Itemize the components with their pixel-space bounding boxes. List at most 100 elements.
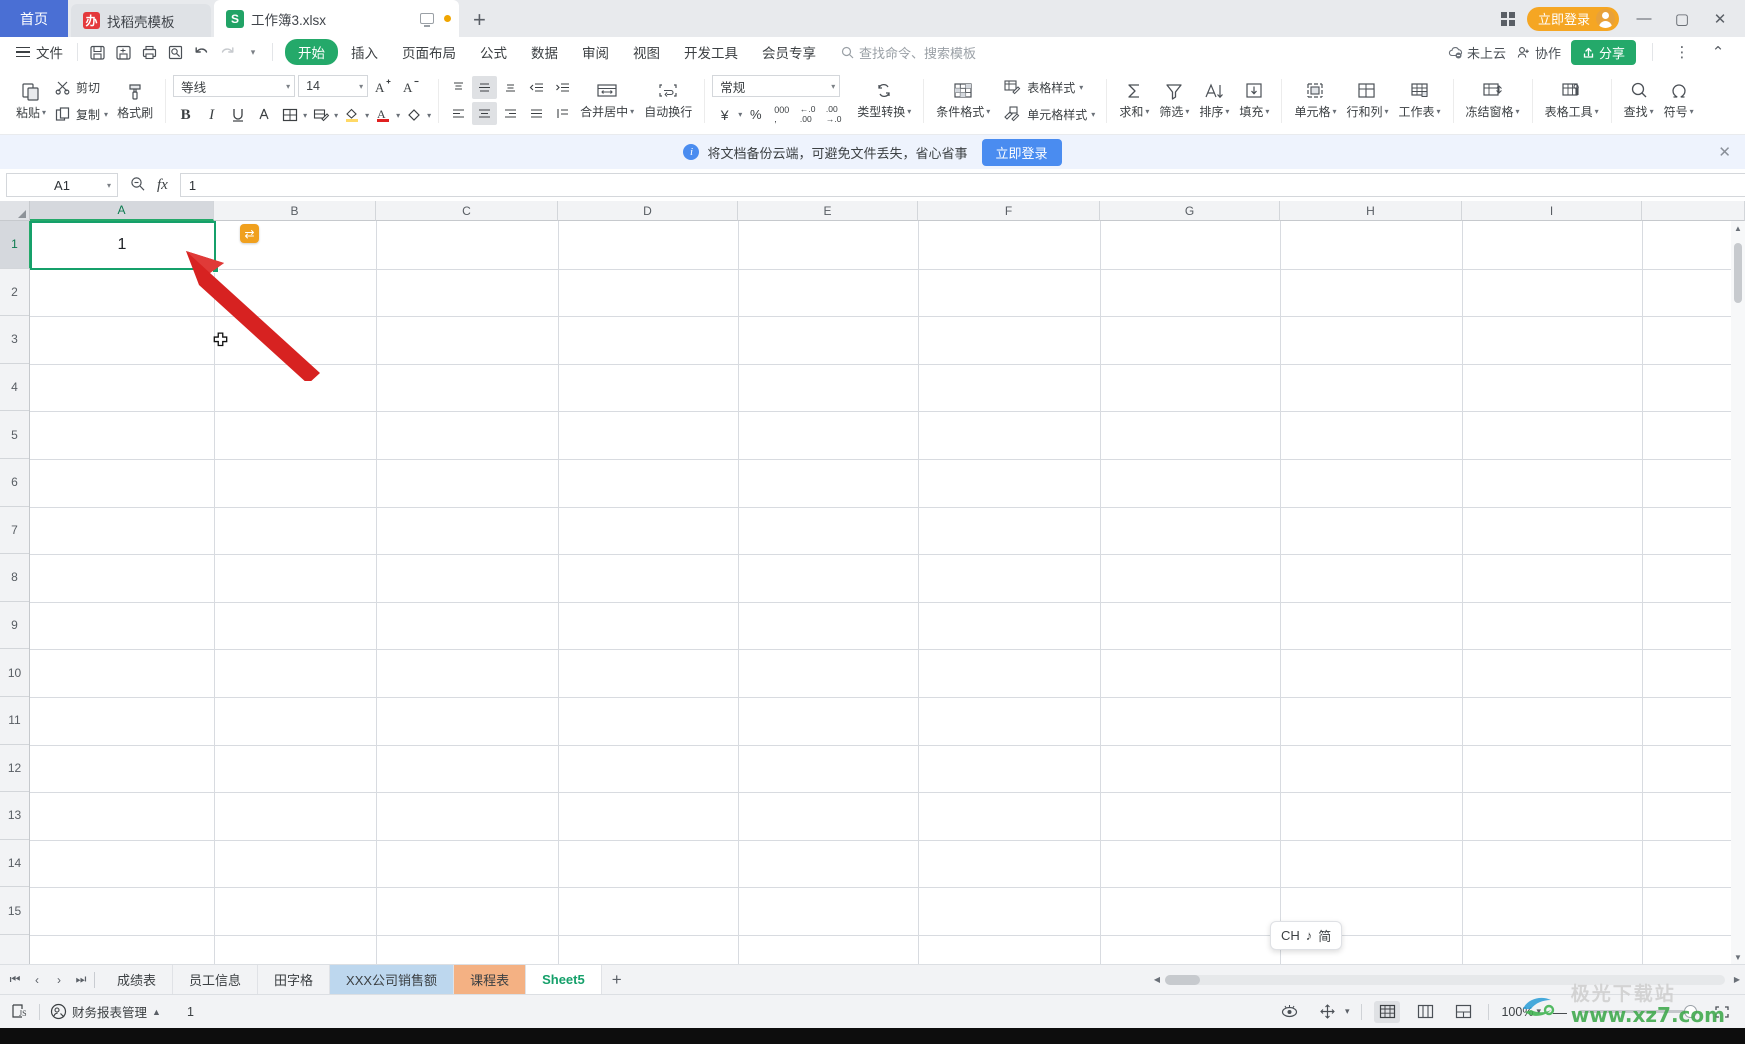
- page-break-icon[interactable]: [1450, 1001, 1476, 1023]
- find-button[interactable]: 查找 ▾: [1619, 79, 1659, 122]
- maximize-button[interactable]: ▢: [1669, 6, 1695, 32]
- row-header-6[interactable]: 6: [0, 459, 29, 507]
- column-header-f[interactable]: F: [918, 201, 1100, 221]
- chevron-down-icon[interactable]: ▾: [334, 111, 338, 120]
- formula-input[interactable]: 1: [179, 173, 1745, 197]
- search-command-box[interactable]: 查找命令、搜索模板: [841, 43, 976, 62]
- column-header-d[interactable]: D: [558, 201, 738, 221]
- row-header-5[interactable]: 5: [0, 411, 29, 459]
- column-header-c[interactable]: C: [376, 201, 558, 221]
- decrease-decimal-button[interactable]: ←.0.00: [795, 103, 820, 126]
- horizontal-scrollbar[interactable]: [1165, 974, 1725, 985]
- worksheet-button[interactable]: 工作表 ▾: [1394, 79, 1446, 122]
- zoom-level-button[interactable]: 100% ▾: [1501, 1005, 1541, 1019]
- number-format-select[interactable]: 常规 ▾: [712, 75, 841, 97]
- font-color-button[interactable]: A: [370, 104, 395, 127]
- autosum-button[interactable]: 求和 ▾: [1114, 79, 1154, 122]
- cloud-status[interactable]: 未上云: [1448, 43, 1506, 62]
- row-header-1[interactable]: 1: [0, 221, 31, 269]
- normal-view-icon[interactable]: [1374, 1000, 1401, 1023]
- column-header-e[interactable]: E: [738, 201, 918, 221]
- row-header-4[interactable]: 4: [0, 364, 29, 412]
- paste-button[interactable]: 粘贴 ▾: [11, 79, 51, 123]
- tab-home[interactable]: 首页: [0, 0, 68, 37]
- ribbon-tab-member[interactable]: 会员专享: [751, 39, 827, 65]
- share-button[interactable]: 分享: [1570, 39, 1636, 65]
- insert-function-icon[interactable]: fx: [157, 177, 168, 194]
- row-header-3[interactable]: 3: [0, 316, 29, 364]
- chevron-down-icon[interactable]: ▾: [303, 111, 307, 120]
- ribbon-tab-start[interactable]: 开始: [285, 39, 338, 65]
- justify-button[interactable]: [524, 102, 549, 125]
- type-convert-button[interactable]: 类型转换 ▾: [852, 80, 916, 122]
- eye-icon[interactable]: [1277, 1001, 1303, 1023]
- increase-decimal-button[interactable]: .00 →.0: [821, 103, 846, 126]
- align-left-button[interactable]: [446, 102, 471, 125]
- sheet-tab-xiaoshoue[interactable]: XXX公司销售额: [330, 964, 455, 995]
- sheet-tab-yuangongxinxi[interactable]: 员工信息: [173, 964, 259, 995]
- monitor-icon[interactable]: [420, 13, 434, 27]
- freeze-panes-button[interactable]: 冻结窗格 ▾: [1461, 79, 1525, 122]
- zoom-out-button[interactable]: —: [1553, 1004, 1567, 1020]
- table-style-button[interactable]: 表格样式 ▾: [999, 77, 1099, 98]
- format-painter-button[interactable]: 格式刷: [112, 79, 158, 123]
- row-header-12[interactable]: 12: [0, 745, 29, 793]
- sheet-tab-tianzige[interactable]: 田字格: [258, 964, 331, 995]
- banner-close-icon[interactable]: ✕: [1718, 143, 1731, 161]
- banner-login-button[interactable]: 立即登录: [981, 138, 1062, 166]
- customize-caret-icon[interactable]: ▾: [240, 40, 266, 64]
- vertical-scrollbar[interactable]: ▲ ▼: [1731, 221, 1745, 964]
- hscroll-left-arrow[interactable]: ◀: [1149, 970, 1165, 990]
- italic-button[interactable]: I: [199, 104, 224, 127]
- table-tools-button[interactable]: 表格工具 ▾: [1540, 79, 1604, 122]
- cell-area[interactable]: 1 ⇄ CH ♪ 简: [30, 221, 1745, 964]
- print-preview-icon[interactable]: [162, 40, 188, 64]
- row-header-8[interactable]: 8: [0, 554, 29, 602]
- undo-icon[interactable]: [188, 40, 214, 64]
- ribbon-tab-data[interactable]: 数据: [520, 39, 569, 65]
- close-button[interactable]: ✕: [1707, 6, 1733, 32]
- hscroll-right-arrow[interactable]: ▶: [1729, 970, 1745, 990]
- row-header-9[interactable]: 9: [0, 602, 29, 650]
- horizontal-scroll-thumb[interactable]: [1165, 974, 1200, 985]
- row-header-10[interactable]: 10: [0, 649, 29, 697]
- zoom-slider[interactable]: [1579, 1005, 1697, 1018]
- sheet-tab-kechengbiao[interactable]: 课程表: [454, 964, 527, 995]
- column-header-g[interactable]: G: [1100, 201, 1280, 221]
- row-header-11[interactable]: 11: [0, 697, 29, 745]
- sheet-tab-chengjibiao[interactable]: 成绩表: [101, 964, 174, 995]
- fullscreen-icon[interactable]: [1709, 1001, 1735, 1023]
- minimize-button[interactable]: —: [1631, 6, 1657, 32]
- increase-font-size-button[interactable]: A: [371, 75, 396, 98]
- more-options-button[interactable]: ⋮: [1669, 39, 1695, 65]
- copy-button[interactable]: 复制 ▾: [51, 104, 112, 125]
- sort-button[interactable]: 排序 ▾: [1194, 79, 1234, 122]
- ribbon-tab-review[interactable]: 审阅: [571, 39, 620, 65]
- more-cell-format-button[interactable]: [308, 104, 333, 127]
- align-middle-button[interactable]: [472, 76, 498, 99]
- chevron-down-icon[interactable]: ▾: [365, 111, 369, 120]
- new-tab-button[interactable]: +: [473, 7, 486, 33]
- align-top-button[interactable]: [446, 76, 471, 99]
- chevron-down-icon[interactable]: ▾: [1345, 1006, 1350, 1017]
- cell-style-button[interactable]: 单元格样式 ▾: [999, 104, 1099, 125]
- chevron-down-icon[interactable]: ▾: [738, 110, 742, 119]
- login-button[interactable]: 立即登录: [1526, 6, 1619, 31]
- bold-button[interactable]: B: [173, 104, 198, 127]
- strikethrough-button[interactable]: [251, 104, 276, 127]
- fill-handle[interactable]: [212, 266, 219, 273]
- ribbon-tab-view[interactable]: 视图: [622, 39, 671, 65]
- select-all-corner[interactable]: [0, 201, 30, 221]
- column-header-h[interactable]: H: [1280, 201, 1462, 221]
- align-right-button[interactable]: [498, 102, 523, 125]
- sheet-nav-prev[interactable]: ‹: [26, 968, 48, 992]
- percent-format-button[interactable]: %: [743, 103, 768, 126]
- comma-format-button[interactable]: 000,: [769, 103, 794, 126]
- ribbon-tab-dev-tools[interactable]: 开发工具: [673, 39, 749, 65]
- cut-button[interactable]: 剪切: [51, 77, 112, 98]
- collapse-ribbon-button[interactable]: ⌃: [1705, 39, 1731, 65]
- save-icon[interactable]: [84, 40, 110, 64]
- chevron-down-icon[interactable]: ▾: [427, 111, 431, 120]
- column-header-a[interactable]: A: [30, 201, 214, 221]
- filter-button[interactable]: 筛选 ▾: [1154, 79, 1194, 122]
